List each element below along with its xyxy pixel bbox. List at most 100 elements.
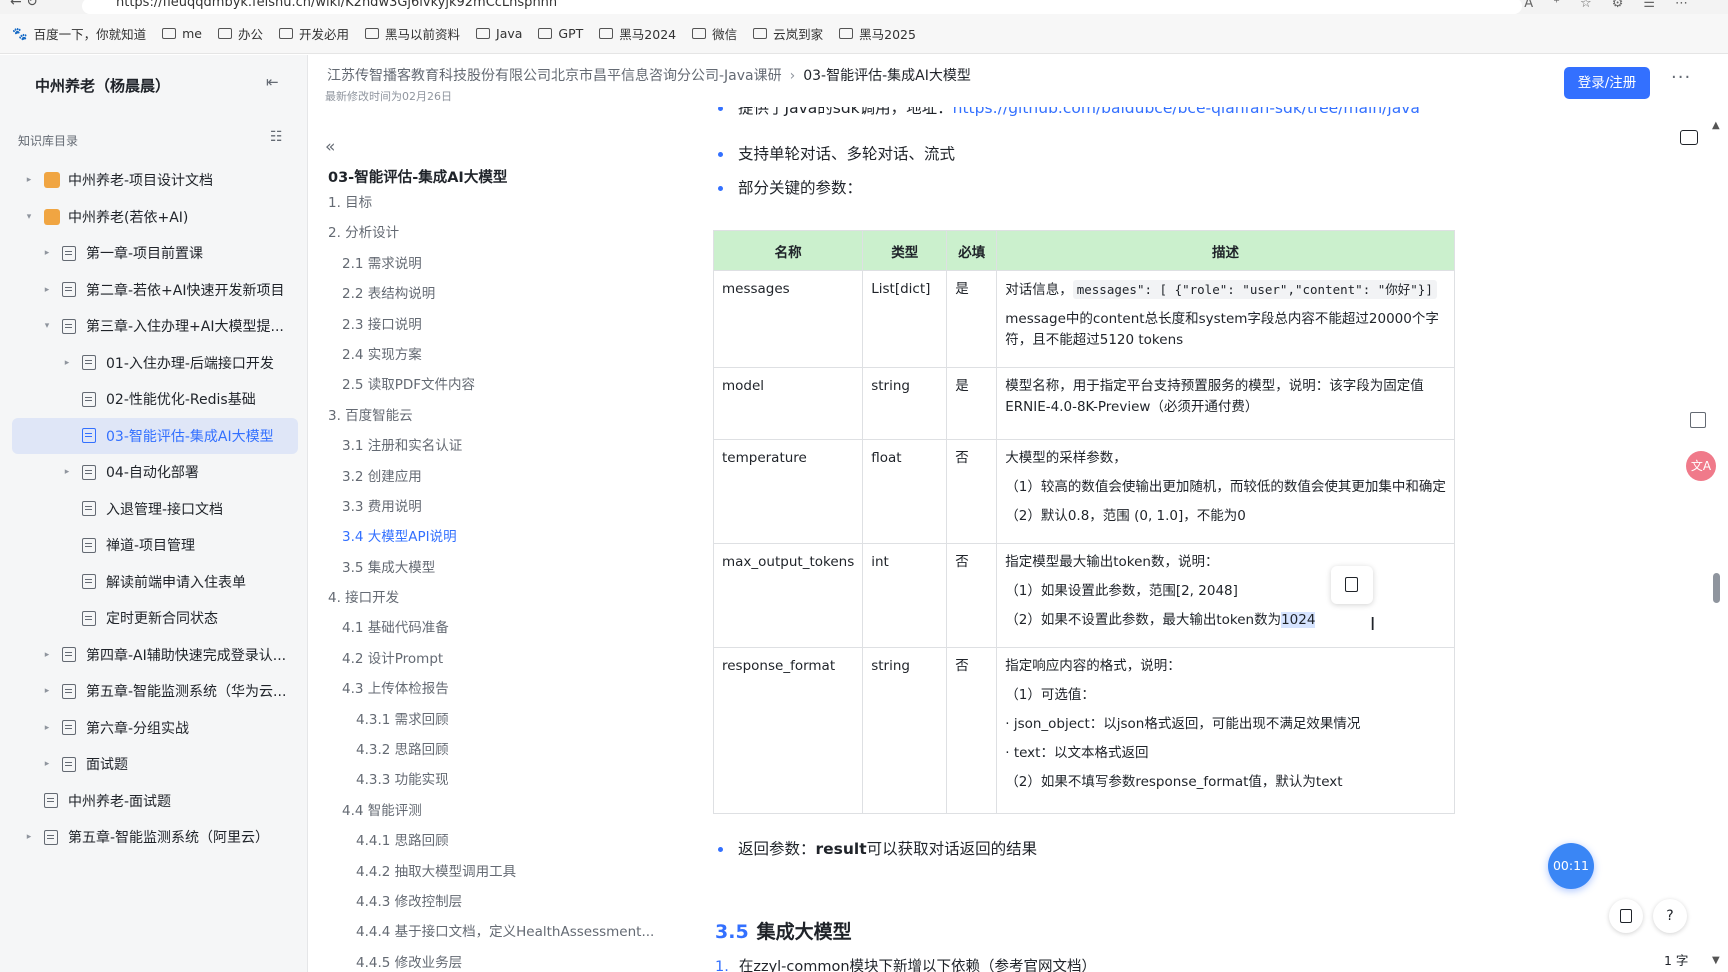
outline-item[interactable]: 4.4.1 思路回顾	[328, 830, 654, 860]
bookmark-item[interactable]: 开发必用	[278, 24, 349, 43]
scroll-down-icon[interactable]: ▼	[1712, 955, 1720, 966]
outline-item[interactable]: 4.2 设计Prompt	[328, 648, 654, 678]
outline-item[interactable]: 3. 百度智能云	[328, 405, 654, 435]
chevron-right-icon[interactable]: ▸	[40, 650, 54, 660]
bookmark-item[interactable]: 黑马2024	[599, 24, 676, 43]
outline-item[interactable]: 3.3 费用说明	[328, 496, 654, 526]
outline-item[interactable]: 4.4.2 抽取大模型调用工具	[328, 861, 654, 891]
tree-item[interactable]: ▸ 第一章-项目前置课	[12, 235, 298, 272]
collapse-sidebar-icon[interactable]: ⇤	[266, 73, 279, 91]
outline-item[interactable]: 4.4.4 基于接口文档，定义HealthAssessment...	[328, 921, 654, 951]
login-button[interactable]: 登录/注册	[1564, 67, 1650, 99]
outline-item[interactable]: 4.4.5 修改业务层	[328, 952, 654, 972]
chevron-right-icon[interactable]: ▸	[22, 832, 36, 842]
tree-item[interactable]: ▸ 第四章-AI辅助快速完成登录认...	[12, 637, 298, 674]
outline-item[interactable]: 1. 目标	[328, 192, 654, 222]
chevron-right-icon[interactable]: ▸	[40, 723, 54, 733]
outline-item[interactable]: 4.3.2 思路回顾	[328, 739, 654, 769]
tree-item[interactable]: 03-智能评估-集成AI大模型	[12, 417, 298, 454]
tree-item[interactable]: 定时更新合同状态	[12, 600, 298, 637]
help-button[interactable]: ?	[1653, 899, 1687, 933]
browser-toolbar-icons[interactable]: A⁺☆⚙☰⋯	[1524, 0, 1708, 11]
return-desc: 可以获取对话返回的结果	[866, 840, 1038, 858]
collapse-outline-icon[interactable]: «	[325, 137, 335, 157]
chevron-right-icon[interactable]: ▸	[40, 686, 54, 696]
translate-icon[interactable]: 文A	[1686, 451, 1716, 481]
chevron-right-icon[interactable]: ▸	[60, 467, 74, 477]
bookmark-item[interactable]: 黑马以前资料	[365, 24, 460, 43]
space-icon	[44, 172, 60, 189]
tree-item[interactable]: ▸ 第五章-智能监测系统（华为云...	[12, 673, 298, 710]
tree-item[interactable]: ▸ 面试题	[12, 746, 298, 783]
item-number: 1.	[715, 959, 729, 972]
more-options-icon[interactable]: ···	[1671, 67, 1691, 88]
chevron-right-icon[interactable]: ▸	[60, 358, 74, 368]
list-view-icon[interactable]: ☷	[270, 129, 283, 145]
outline-item[interactable]: 3.2 创建应用	[328, 466, 654, 496]
chevron-right-icon[interactable]: ▸	[40, 285, 54, 295]
bookmark-label: 微信	[712, 27, 738, 42]
bookmark-item[interactable]: Java	[476, 26, 522, 41]
chevron-down-icon[interactable]: ▾	[40, 321, 54, 331]
scroll-up-icon[interactable]: ▲	[1712, 120, 1720, 131]
text-cursor-icon: I	[1370, 614, 1376, 635]
bookmark-item[interactable]: 微信	[692, 24, 737, 43]
doc-info-button[interactable]	[1609, 899, 1643, 933]
chevron-down-icon[interactable]: ▾	[22, 212, 36, 222]
browser-nav-icons[interactable]: ← ↻	[10, 0, 38, 10]
bookmark-item[interactable]: me	[162, 26, 202, 41]
outline-item[interactable]: 3.1 注册和实名认证	[328, 435, 654, 465]
apps-icon[interactable]	[1690, 412, 1706, 428]
outline-item[interactable]: 4. 接口开发	[328, 587, 654, 617]
outline-item[interactable]: 4.1 基础代码准备	[328, 617, 654, 647]
bookmark-item[interactable]: 🐾 百度一下，你就知道	[12, 24, 146, 43]
bookmark-item[interactable]: 黑马2025	[839, 24, 916, 43]
folder-icon	[217, 28, 232, 39]
bookmark-label: Java	[496, 26, 523, 41]
folder-icon	[538, 28, 553, 39]
chevron-right-icon[interactable]: ▸	[22, 175, 36, 185]
tree-item[interactable]: ▸ 01-入住办理-后端接口开发	[12, 345, 298, 382]
chevron-right-icon[interactable]: ▸	[40, 248, 54, 258]
outline-item[interactable]: 2.2 表结构说明	[328, 283, 654, 313]
chevron-right-icon[interactable]: ▸	[40, 759, 54, 769]
bookmark-item[interactable]: GPT	[538, 26, 583, 41]
tree-item[interactable]: ▸ 中州养老-项目设计文档	[12, 162, 298, 199]
tree-item[interactable]: ▾ 中州养老(若依+AI)	[12, 199, 298, 236]
selected-text[interactable]: 1024	[1281, 612, 1316, 628]
outline-item[interactable]: 3.5 集成大模型	[328, 557, 654, 587]
outline-item[interactable]: 2.1 需求说明	[328, 253, 654, 283]
outline-item[interactable]: 4.4.3 修改控制层	[328, 891, 654, 921]
tree-item[interactable]: ▸ 04-自动化部署	[12, 454, 298, 491]
breadcrumb-parent[interactable]: 江苏传智播客教育科技股份有限公司北京市昌平信息咨询分公司-Java课研	[327, 68, 782, 84]
scrollbar-thumb[interactable]	[1713, 573, 1720, 603]
recording-timer[interactable]: 00:11	[1548, 843, 1594, 889]
outline-item[interactable]: 4.3.1 需求回顾	[328, 709, 654, 739]
tree-item-label: 01-入住办理-后端接口开发	[106, 355, 274, 372]
word-count: 1 字	[1664, 953, 1689, 968]
tree-item[interactable]: 解读前端申请入住表单	[12, 564, 298, 601]
tree-item[interactable]: 入退管理-接口文档	[12, 491, 298, 528]
tree-item[interactable]: ▸ 第二章-若依+AI快速开发新项目	[12, 272, 298, 309]
sdk-link[interactable]: https://github.com/baidubce/bce-qianfan-…	[953, 107, 1420, 117]
tree-item[interactable]: ▸ 第五章-智能监测系统（阿里云）	[12, 819, 298, 856]
copy-button[interactable]	[1331, 566, 1373, 604]
tree-item[interactable]: 禅道-项目管理	[12, 527, 298, 564]
comment-icon[interactable]	[1680, 130, 1698, 145]
tree-item[interactable]: 中州养老-面试题	[12, 783, 298, 820]
outline-item[interactable]: 2. 分析设计	[328, 222, 654, 252]
outline-item[interactable]: 2.4 实现方案	[328, 344, 654, 374]
bookmark-item[interactable]: 云岚到家	[753, 24, 823, 43]
tree-item[interactable]: ▾ 第三章-入住办理+AI大模型提...	[12, 308, 298, 345]
tree-item[interactable]: 02-性能优化-Redis基础	[12, 381, 298, 418]
url-field[interactable]: https://fleuqqdmbyk.feishu.cn/wiki/K2ndw…	[82, 0, 1522, 14]
tree-item[interactable]: ▸ 第六章-分组实战	[12, 710, 298, 747]
outline-item[interactable]: 2.3 接口说明	[328, 314, 654, 344]
outline-item[interactable]: 4.3 上传体检报告	[328, 678, 654, 708]
outline-item[interactable]: 3.4 大模型API说明	[328, 526, 654, 556]
outline-item[interactable]: 4.3.3 功能实现	[328, 769, 654, 799]
outline-title[interactable]: 03-智能评估-集成AI大模型	[328, 166, 507, 187]
outline-item[interactable]: 2.5 读取PDF文件内容	[328, 374, 654, 404]
outline-item[interactable]: 4.4 智能评测	[328, 800, 654, 830]
bookmark-item[interactable]: 办公	[217, 24, 263, 43]
